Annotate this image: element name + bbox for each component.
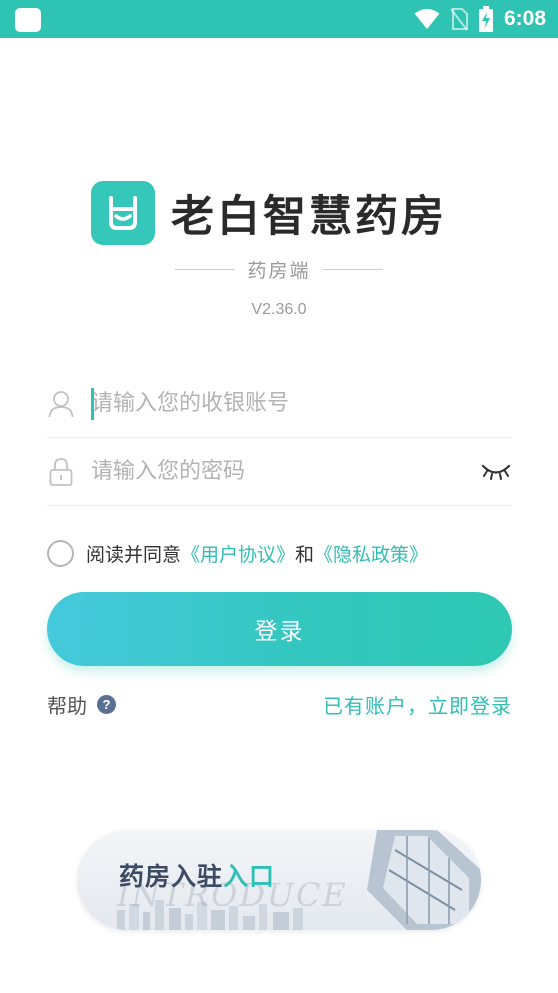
status-icons: 6:08 <box>414 6 546 32</box>
question-icon: ? <box>97 695 116 714</box>
divider <box>322 269 383 270</box>
help-link[interactable]: 帮助 ? <box>47 690 116 719</box>
account-input[interactable] <box>91 391 512 416</box>
wifi-icon <box>414 9 440 29</box>
banner-title: 药房入驻入口 <box>119 857 275 893</box>
login-button[interactable]: 登录 <box>47 592 512 666</box>
agreement-and: 和 <box>295 543 315 566</box>
user-icon <box>47 389 75 419</box>
account-field[interactable] <box>47 370 512 438</box>
agreement-prefix: 阅读并同意 <box>86 543 182 566</box>
eye-closed-icon[interactable] <box>480 461 512 483</box>
user-agreement-link[interactable]: 《用户协议》 <box>181 540 295 567</box>
brand-header: 老白智慧药房 <box>91 180 447 246</box>
pharmacy-join-banner[interactable]: INTRODUCE 药房入驻入口 <box>77 830 481 930</box>
status-bar: 6:08 <box>0 0 558 38</box>
notification-square-icon <box>15 8 41 32</box>
existing-account-login-link[interactable]: 已有账户，立即登录 <box>323 690 512 719</box>
password-input[interactable] <box>91 459 480 484</box>
agreement-row: 阅读并同意 《用户协议》 和 《隐私政策》 <box>47 537 428 569</box>
help-label: 帮助 <box>47 694 87 718</box>
banner-title-accent: 入口 <box>223 862 276 891</box>
password-field[interactable] <box>47 438 512 506</box>
subtitle-row: 药房端 <box>0 256 558 283</box>
app-logo-icon <box>91 181 155 245</box>
privacy-policy-link[interactable]: 《隐私政策》 <box>314 540 428 567</box>
lock-icon <box>47 457 75 487</box>
agreement-radio[interactable] <box>47 539 74 567</box>
app-subtitle: 药房端 <box>247 260 311 282</box>
banner-title-main: 药房入驻 <box>119 862 224 891</box>
no-sim-icon <box>450 8 468 31</box>
status-time: 6:08 <box>503 7 546 30</box>
app-name: 老白智慧药房 <box>171 192 447 242</box>
battery-charging-icon <box>478 6 493 32</box>
app-version: V2.36.0 <box>251 301 307 318</box>
text-cursor <box>91 388 94 420</box>
divider <box>175 269 236 270</box>
